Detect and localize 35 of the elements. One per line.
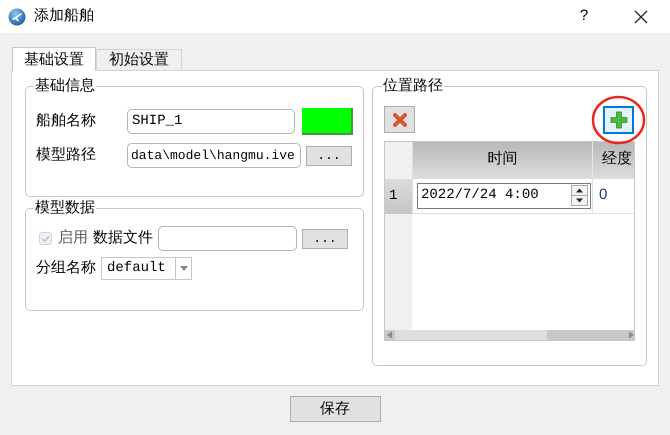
spinner-icon[interactable] (571, 185, 588, 206)
group-title: 模型数据 (34, 198, 96, 218)
highlight-circle (591, 94, 646, 144)
row-header: 1 (385, 178, 412, 214)
add-button[interactable] (603, 106, 634, 134)
delete-button[interactable] (384, 106, 415, 133)
field-label: 船舶名称 (36, 111, 97, 132)
group-title: 位置路径 (382, 76, 444, 96)
input-field[interactable] (158, 226, 297, 251)
dropdown-arrow-icon[interactable] (180, 266, 188, 271)
plus-icon (610, 110, 628, 128)
field-label: 模型路径 (36, 145, 97, 166)
globe-icon (8, 8, 26, 26)
browse-button[interactable]: ... (302, 228, 348, 248)
close-icon (392, 112, 408, 128)
tab[interactable]: 初始设置 (96, 49, 182, 70)
column-header[interactable]: 经度 (593, 142, 634, 178)
field-label: 分组名称 (36, 258, 96, 278)
save-button[interactable]: 保存 (290, 396, 380, 422)
group-title: 基础信息 (34, 76, 96, 96)
input-field[interactable]: data\model\hangmu.ive (127, 143, 301, 168)
column-header[interactable]: 时间 (413, 142, 593, 178)
input-field[interactable]: SHIP_1 (127, 109, 295, 134)
tab[interactable]: 基础设置 (12, 47, 96, 71)
window-title: 添加船舶 (34, 6, 94, 26)
checkbox-label: 启用 (58, 228, 88, 248)
color-swatch[interactable] (302, 108, 353, 135)
field-label: 数据文件 (93, 228, 153, 248)
browse-button[interactable]: ... (306, 146, 352, 166)
close-icon[interactable] (634, 10, 648, 24)
table-cell-text: 0 (598, 185, 608, 206)
dropdown[interactable]: default (101, 257, 192, 280)
horizontal-scrollbar[interactable] (385, 330, 634, 340)
help-button[interactable]: ? (572, 5, 596, 28)
date-time-field[interactable]: 2022/7/24 4:00 (417, 182, 591, 208)
